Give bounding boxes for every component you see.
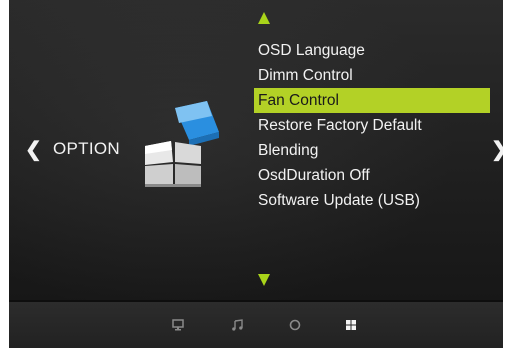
option-category-icon: [145, 101, 219, 187]
scroll-down-arrow-icon[interactable]: [258, 274, 270, 286]
section-title: OPTION: [53, 139, 120, 158]
menu-item-software-update[interactable]: Software Update (USB): [254, 188, 490, 213]
music-note-icon[interactable]: [228, 316, 246, 334]
menu-item-dimm-control[interactable]: Dimm Control: [254, 63, 490, 88]
osd-screen: ❮ OPTION OSD Language Dimm Control Fan C…: [9, 0, 503, 348]
menu-item-osd-duration[interactable]: OsdDuration Off: [254, 163, 490, 188]
menu-item-blending[interactable]: Blending: [254, 138, 490, 163]
scroll-up-arrow-icon[interactable]: [258, 12, 270, 24]
option-menu: OSD Language Dimm Control Fan Control Re…: [254, 38, 490, 213]
menu-item-osd-language[interactable]: OSD Language: [254, 38, 490, 63]
category-bar: [9, 302, 503, 348]
menu-item-restore-factory-default[interactable]: Restore Factory Default: [254, 113, 490, 138]
nav-next-icon[interactable]: ❯: [491, 137, 503, 162]
nav-previous-icon[interactable]: ❮: [25, 137, 42, 162]
monitor-icon[interactable]: [169, 316, 187, 334]
circle-icon[interactable]: [286, 316, 304, 334]
menu-item-fan-control[interactable]: Fan Control: [254, 88, 490, 113]
grid-icon[interactable]: [342, 316, 360, 334]
